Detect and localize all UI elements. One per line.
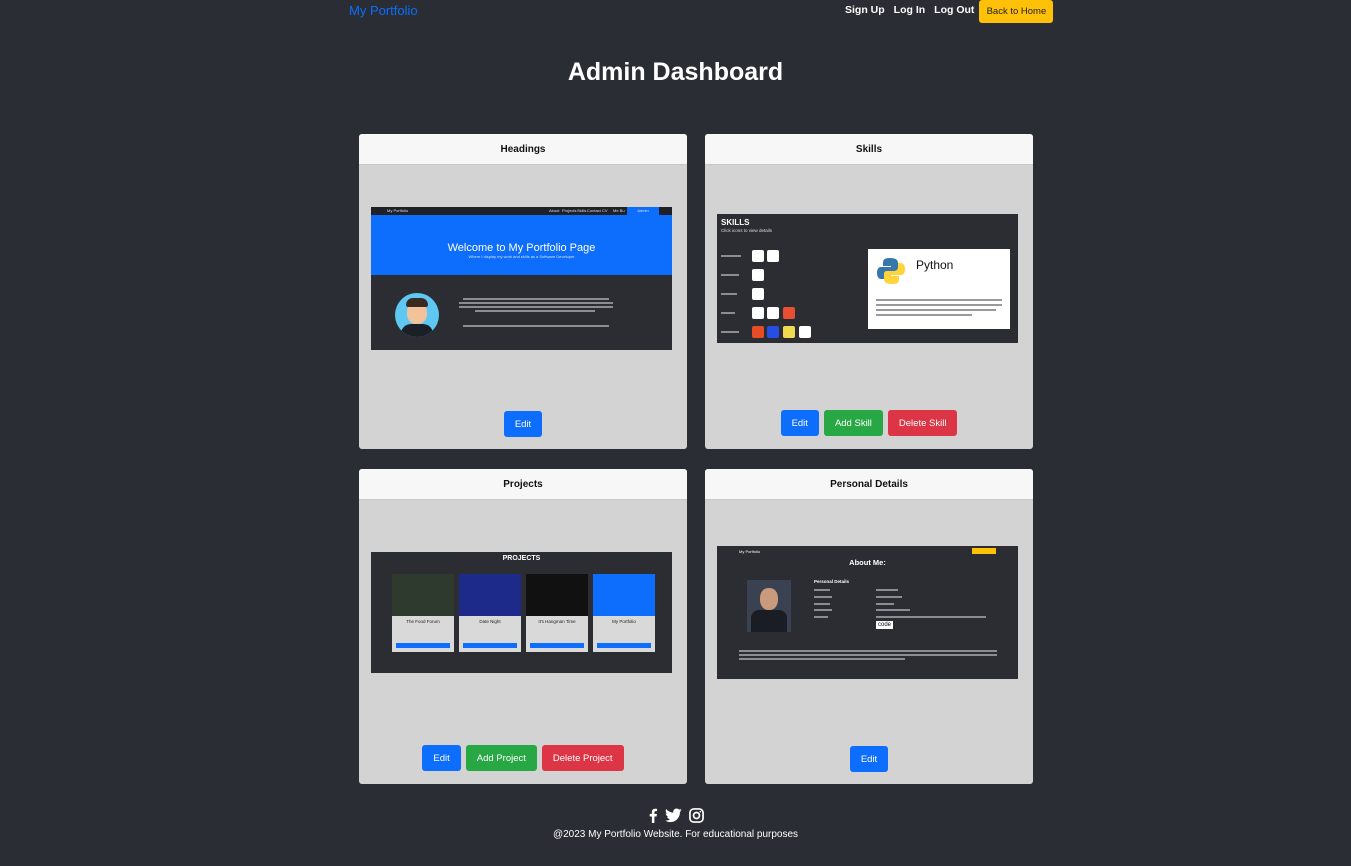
headings-card: Headings My Portfolio About Projects Ski… <box>359 134 687 449</box>
preview-skills-heading: SKILLS <box>721 218 750 227</box>
card-header-skills: Skills <box>705 134 1033 165</box>
preview-project-title: My Portfolio <box>612 619 636 624</box>
preview-nav-item: CV <box>602 208 608 213</box>
preview-profile-photo <box>747 580 791 632</box>
projects-buttons: Edit Add Project Delete Project <box>359 745 687 771</box>
delete-skill-button[interactable]: Delete Skill <box>887 410 958 436</box>
preview-nav-item: About <box>549 208 560 213</box>
add-skill-button[interactable]: Add Skill <box>823 410 883 436</box>
preview-nav-item: Projects <box>562 208 577 213</box>
preview-nav-item: Contact <box>587 208 601 213</box>
footer-copyright: @2023 My Portfolio Website. For educatio… <box>552 829 799 840</box>
navbar: My Portfolio Sign Up Log In Log Out Back… <box>0 0 1351 24</box>
preview-projects-heading: PROJECTS <box>502 555 541 562</box>
projects-card: Projects PROJECTS The Food Forum Date Ni… <box>359 469 687 784</box>
personal-details-buttons: Edit <box>705 746 1033 772</box>
projects-edit-button[interactable]: Edit <box>422 745 461 771</box>
card-header-projects: Projects <box>359 469 687 500</box>
personal-details-preview-image: My Portfolio About Me: Personal Details … <box>717 546 1018 679</box>
preview-modal-title: Python <box>916 258 954 272</box>
preview-nav-item: Skills <box>577 208 587 213</box>
preview-about-heading: About Me: <box>849 558 886 567</box>
preview-project-card: It's Hangman Time <box>526 574 588 652</box>
delete-project-button[interactable]: Delete Project <box>541 745 624 771</box>
preview-project-card: The Food Forum <box>392 574 454 652</box>
card-header-headings: Headings <box>359 134 687 165</box>
headings-edit-button[interactable]: Edit <box>503 411 543 437</box>
social-links <box>0 808 1351 823</box>
preview-personal-details-heading: Personal Details <box>814 579 850 584</box>
preview-nav-button: Admin Dashboard <box>627 207 659 221</box>
python-logo-icon <box>877 258 905 284</box>
brand-link[interactable]: My Portfolio <box>349 3 418 18</box>
card-header-personal-details: Personal Details <box>705 469 1033 500</box>
skills-card: Skills SKILLS Click icons to view detail… <box>705 134 1033 449</box>
card-body-personal-details: My Portfolio About Me: Personal Details … <box>705 500 1033 784</box>
preview-brand: My Portfolio <box>739 549 761 554</box>
card-body-skills: SKILLS Click icons to view details Pytho… <box>705 165 1033 449</box>
personal-details-edit-button[interactable]: Edit <box>849 746 889 772</box>
projects-preview-image: PROJECTS The Food Forum Date Night It's … <box>371 552 672 673</box>
preview-project-card: My Portfolio <box>593 574 655 652</box>
preview-project-title: The Food Forum <box>406 619 440 624</box>
instagram-icon[interactable] <box>688 808 704 823</box>
preview-skills-subheading: Click icons to view details <box>721 228 773 233</box>
preview-navbar: My Portfolio About Projects Skills Conta… <box>371 207 672 221</box>
back-to-home-button[interactable]: Back to Home <box>979 0 1054 23</box>
card-body-projects: PROJECTS The Food Forum Date Night It's … <box>359 500 687 784</box>
preview-project-title: It's Hangman Time <box>538 619 576 624</box>
preview-banner: Welcome to My Portfolio Page Where I dis… <box>371 215 672 275</box>
preview-project-card: Date Night <box>459 574 521 652</box>
skills-buttons: Edit Add Skill Delete Skill <box>705 410 1033 436</box>
nav-log-out[interactable]: Log Out <box>934 4 974 16</box>
preview-skill-modal: Python <box>868 249 1010 329</box>
facebook-icon[interactable] <box>648 808 658 823</box>
headings-preview-image: My Portfolio About Projects Skills Conta… <box>371 207 672 350</box>
skills-preview-image: SKILLS Click icons to view details Pytho… <box>717 214 1018 343</box>
nav-links: Sign Up Log In Log Out Back to Home <box>845 0 1054 23</box>
headings-buttons: Edit <box>359 411 687 437</box>
nav-log-in[interactable]: Log In <box>894 4 926 16</box>
twitter-icon[interactable] <box>664 808 682 823</box>
skills-edit-button[interactable]: Edit <box>780 410 819 436</box>
nav-sign-up[interactable]: Sign Up <box>845 4 885 16</box>
preview-banner-title: Welcome to My Portfolio Page <box>447 242 596 254</box>
page-title: Admin Dashboard <box>567 58 784 86</box>
add-project-button[interactable]: Add Project <box>465 745 537 771</box>
preview-project-title: Date Night <box>479 619 501 624</box>
preview-banner-subtitle: Where I display my work and skills as a … <box>468 254 575 259</box>
preview-avatar <box>395 293 439 337</box>
preview-brand: My Portfolio <box>387 208 409 213</box>
preview-code-badge: code <box>876 621 893 629</box>
card-body-headings: My Portfolio About Projects Skills Conta… <box>359 165 687 449</box>
preview-nav-item: Me Bu <box>613 208 625 213</box>
personal-details-card: Personal Details My Portfolio About Me: … <box>705 469 1033 784</box>
